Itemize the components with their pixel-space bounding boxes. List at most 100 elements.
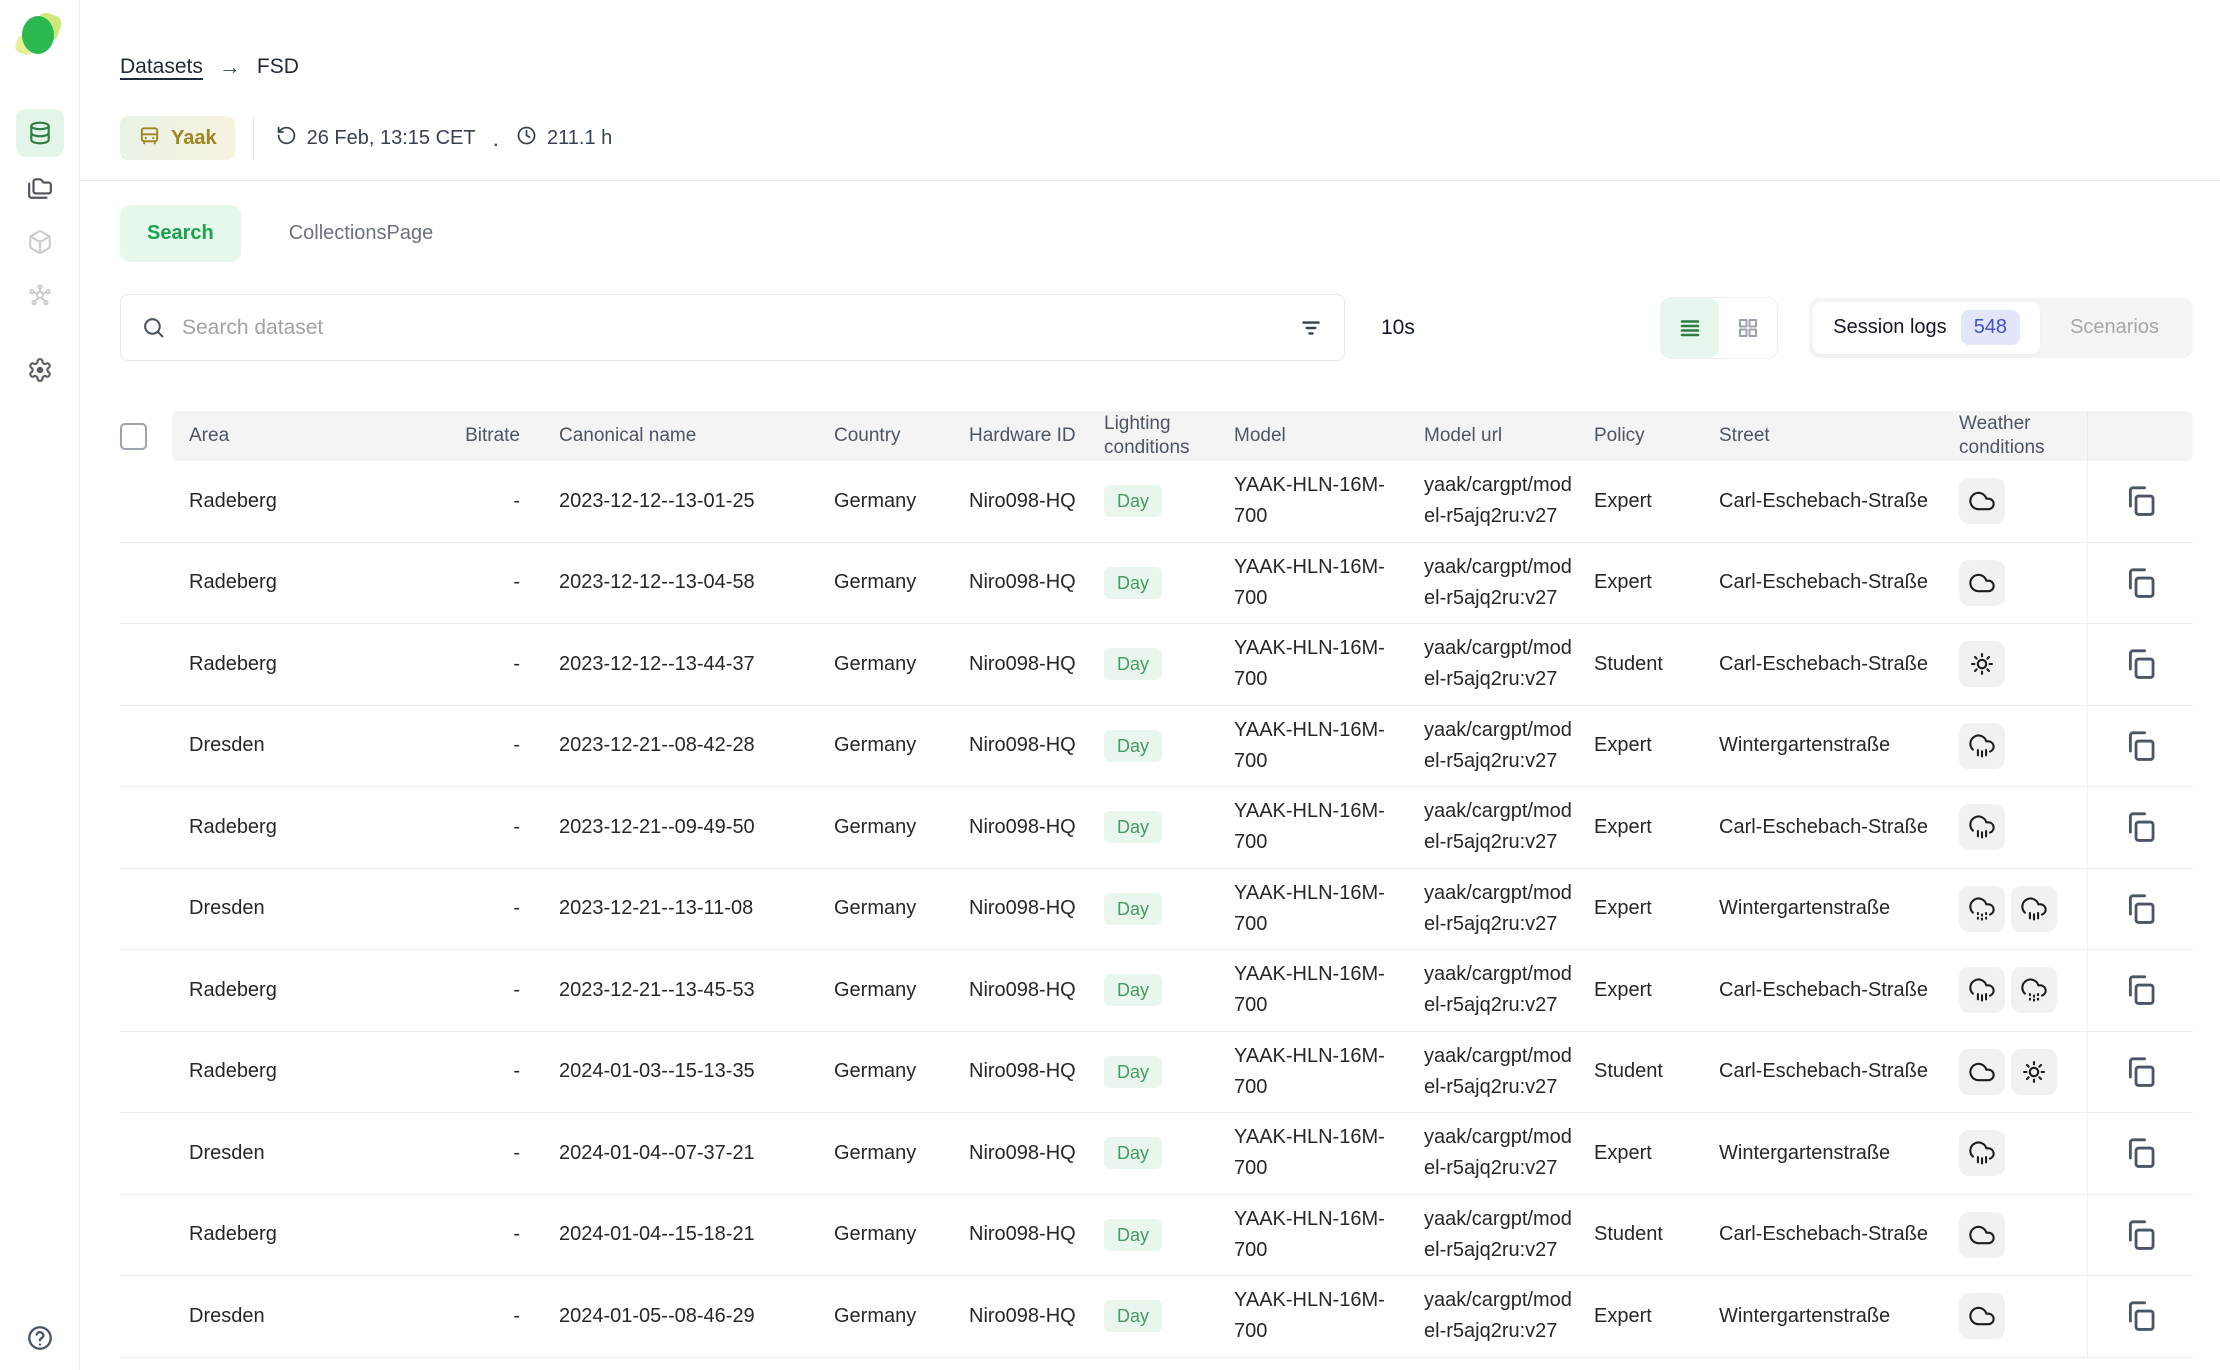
cell-actions [2087, 1032, 2193, 1113]
lighting-badge: Day [1104, 730, 1162, 762]
network-icon [27, 283, 53, 309]
cell-model_url: yaak/cargpt/model-r5ajq2ru:v27 [1402, 624, 1572, 705]
cell-hardware_id: Niro098-HQ [947, 787, 1082, 868]
cell-canonical_name: 2023-12-21--13-11-08 [537, 869, 812, 950]
cell-model_url: yaak/cargpt/model-r5ajq2ru:v27 [1402, 1195, 1572, 1276]
sun-icon [1959, 641, 2005, 687]
cell-model_url: yaak/cargpt/model-r5ajq2ru:v27 [1402, 869, 1572, 950]
table-row[interactable]: Dresden - 2024-01-04--07-37-21 Germany N… [120, 1113, 2193, 1195]
cell-policy: Student [1572, 1032, 1697, 1113]
cell-country: Germany [812, 706, 947, 787]
breadcrumb: Datasets → FSD [120, 54, 2193, 80]
cell-model: YAAK-HLN-16M-700 [1212, 869, 1402, 950]
drizzle-icon [2011, 967, 2057, 1013]
cell-bitrate: - [452, 624, 537, 705]
table-row[interactable]: Radeberg - 2023-12-21--13-45-53 Germany … [120, 950, 2193, 1032]
table-row[interactable]: Radeberg - 2023-12-12--13-44-37 Germany … [120, 624, 2193, 706]
list-view-button[interactable] [1661, 298, 1719, 358]
cell-hardware_id: Niro098-HQ [947, 950, 1082, 1031]
lighting-badge: Day [1104, 811, 1162, 843]
sidebar-item-settings[interactable] [27, 357, 53, 383]
cell-actions [2087, 624, 2193, 705]
cell-area: Dresden [172, 706, 452, 787]
cell-street: Carl-Eschebach-Straße [1697, 1032, 1937, 1113]
row-checkbox-cell [120, 461, 172, 542]
session-logs-table: AreaBitrateCanonical nameCountryHardware… [120, 411, 2193, 1358]
cell-model_url: yaak/cargpt/model-r5ajq2ru:v27 [1402, 706, 1572, 787]
search-input[interactable] [182, 316, 1298, 340]
cell-model_url: yaak/cargpt/model-r5ajq2ru:v27 [1402, 1113, 1572, 1194]
copy-button[interactable] [2124, 1055, 2158, 1089]
row-checkbox-cell [120, 787, 172, 868]
copy-button[interactable] [2124, 892, 2158, 926]
cell-bitrate: - [452, 1195, 537, 1276]
copy-button[interactable] [2124, 1299, 2158, 1333]
clip-duration-label: 10s [1381, 316, 1415, 340]
copy-icon [2124, 914, 2158, 929]
row-checkbox-cell [120, 706, 172, 787]
robot-badge[interactable]: Yaak [120, 116, 235, 160]
copy-button[interactable] [2124, 566, 2158, 600]
copy-button[interactable] [2124, 1136, 2158, 1170]
sidebar-item-collections[interactable] [27, 175, 53, 201]
filter-button[interactable] [1298, 315, 1324, 341]
copy-button[interactable] [2124, 484, 2158, 518]
row-checkbox-cell [120, 1032, 172, 1113]
select-all-cell [120, 411, 172, 461]
column-header-country: Country [812, 411, 947, 461]
copy-icon [2124, 1321, 2158, 1336]
row-checkbox-cell [120, 869, 172, 950]
cell-model: YAAK-HLN-16M-700 [1212, 1113, 1402, 1194]
select-all-checkbox[interactable] [120, 423, 147, 450]
cell-weather [1937, 1113, 2087, 1194]
copy-button[interactable] [2124, 810, 2158, 844]
copy-button[interactable] [2124, 647, 2158, 681]
box-icon [27, 229, 53, 255]
copy-button[interactable] [2124, 729, 2158, 763]
cell-weather [1937, 543, 2087, 624]
table-row[interactable]: Dresden - 2023-12-21--08-42-28 Germany N… [120, 706, 2193, 788]
grid-view-button[interactable] [1719, 298, 1777, 358]
cell-lighting: Day [1082, 706, 1212, 787]
breadcrumb-datasets-link[interactable]: Datasets [120, 55, 203, 79]
row-checkbox-cell [120, 1195, 172, 1276]
table-row[interactable]: Dresden - 2023-12-21--13-11-08 Germany N… [120, 869, 2193, 951]
cell-country: Germany [812, 950, 947, 1031]
cell-canonical_name: 2023-12-12--13-44-37 [537, 624, 812, 705]
tab-collections-page[interactable]: CollectionsPage [289, 222, 434, 245]
cell-canonical_name: 2024-01-05--08-46-29 [537, 1276, 812, 1357]
drizzle-icon [1959, 886, 2005, 932]
copy-icon [2124, 751, 2158, 766]
session-logs-segment[interactable]: Session logs 548 [1813, 302, 2040, 354]
table-row[interactable]: Radeberg - 2023-12-21--09-49-50 Germany … [120, 787, 2193, 869]
cell-actions [2087, 1276, 2193, 1357]
cell-street: Carl-Eschebach-Straße [1697, 543, 1937, 624]
copy-button[interactable] [2124, 1218, 2158, 1252]
column-header-area: Area [172, 411, 452, 461]
table-row[interactable]: Radeberg - 2024-01-04--15-18-21 Germany … [120, 1195, 2193, 1277]
cell-bitrate: - [452, 1276, 537, 1357]
sidebar-item-models[interactable] [27, 229, 53, 255]
sun-icon [2011, 1049, 2057, 1095]
tab-search[interactable]: Search [120, 205, 241, 262]
dataset-meta-row: Yaak 26 Feb, 13:15 CET . 211.1 h [120, 116, 2193, 160]
help-button[interactable] [26, 1324, 54, 1352]
cell-model: YAAK-HLN-16M-700 [1212, 624, 1402, 705]
cell-model: YAAK-HLN-16M-700 [1212, 787, 1402, 868]
table-row[interactable]: Dresden - 2024-01-05--08-46-29 Germany N… [120, 1276, 2193, 1358]
row-checkbox-cell [120, 624, 172, 705]
scenarios-segment[interactable]: Scenarios [2040, 316, 2189, 339]
sidebar-item-datasets[interactable] [16, 109, 64, 157]
sidebar-item-nodes[interactable] [27, 283, 53, 309]
cloud-icon [1959, 1293, 2005, 1339]
table-row[interactable]: Radeberg - 2023-12-12--13-04-58 Germany … [120, 543, 2193, 625]
table-row[interactable]: Radeberg - 2023-12-12--13-01-25 Germany … [120, 461, 2193, 543]
database-icon [27, 120, 53, 146]
cell-area: Radeberg [172, 950, 452, 1031]
recorded-at: 26 Feb, 13:15 CET [276, 125, 476, 152]
view-toggle [1661, 298, 1777, 358]
table-row[interactable]: Radeberg - 2024-01-03--15-13-35 Germany … [120, 1032, 2193, 1114]
copy-button[interactable] [2124, 973, 2158, 1007]
cell-lighting: Day [1082, 1276, 1212, 1357]
cell-bitrate: - [452, 1113, 537, 1194]
